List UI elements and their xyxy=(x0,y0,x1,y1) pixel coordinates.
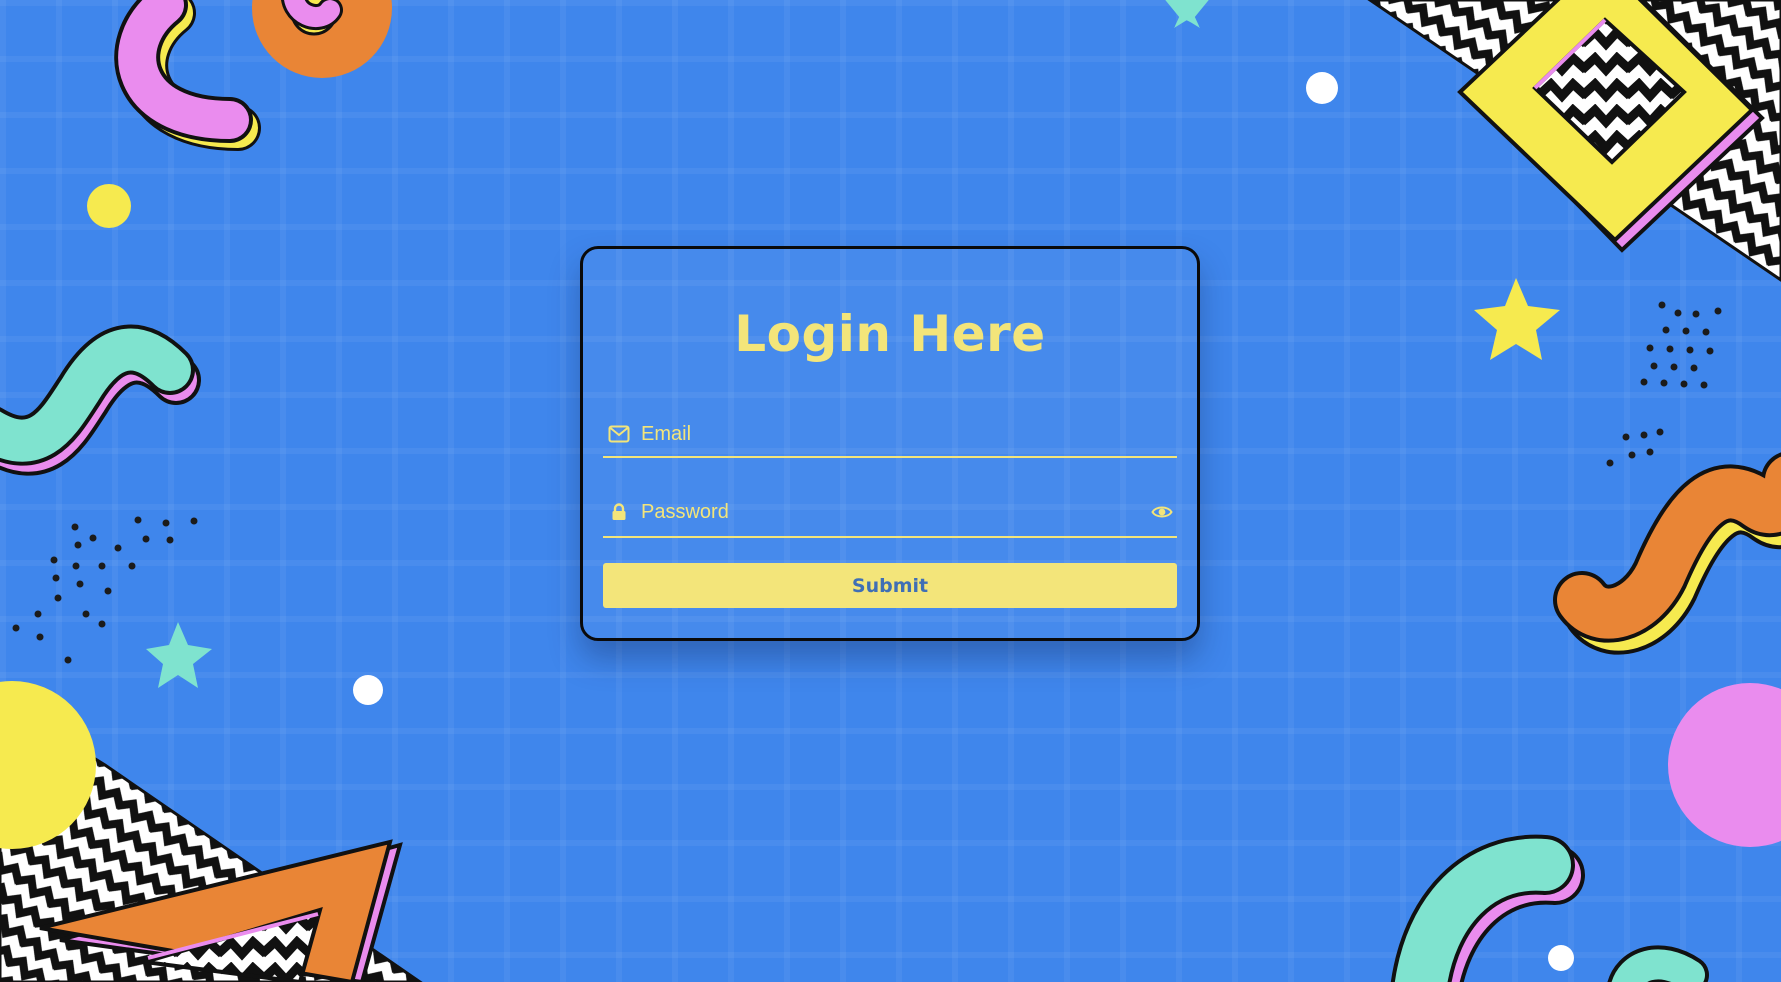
pink-circle xyxy=(1668,683,1781,847)
dot-cluster-left xyxy=(12,516,198,664)
password-input[interactable] xyxy=(632,488,1147,536)
envelope-icon xyxy=(606,421,632,447)
orange-wave-right xyxy=(1553,452,1781,655)
teal-arc-small xyxy=(1607,945,1709,982)
orange-donut xyxy=(252,0,392,78)
yellow-star xyxy=(1474,278,1560,360)
teal-arc xyxy=(1390,834,1585,982)
eye-icon[interactable] xyxy=(1147,499,1177,525)
teal-star-left xyxy=(146,622,212,688)
password-field-row xyxy=(603,488,1177,538)
login-title: Login Here xyxy=(734,305,1046,363)
email-field-row xyxy=(603,412,1177,458)
email-input[interactable] xyxy=(632,412,1177,456)
lock-icon xyxy=(606,499,632,525)
submit-button[interactable]: Submit xyxy=(603,563,1177,608)
login-card: Login Here Submit xyxy=(580,246,1200,641)
pink-c-shape xyxy=(114,0,261,151)
teal-wave-left xyxy=(0,324,201,476)
dot-cluster-right xyxy=(1606,301,1722,467)
